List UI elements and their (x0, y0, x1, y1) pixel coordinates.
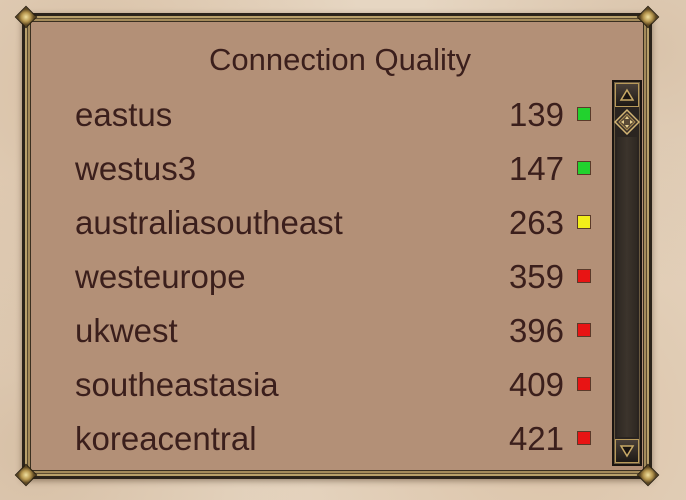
status-indicator (577, 107, 591, 121)
region-row[interactable]: ukwest 396 (75, 304, 591, 358)
region-name: westus3 (75, 150, 197, 187)
region-name: ukwest (75, 312, 178, 349)
region-name: australiasoutheast (75, 204, 343, 241)
corner-ornament-icon (14, 5, 38, 29)
status-indicator (577, 215, 591, 229)
region-ping: 139 (508, 96, 564, 133)
region-name: southeastasia (75, 366, 279, 403)
region-row[interactable]: westus3 147 (75, 142, 591, 196)
region-ping: 147 (508, 150, 564, 187)
region-ping: 359 (508, 258, 564, 295)
scroll-up-button[interactable] (615, 83, 639, 107)
corner-ornament-icon (636, 463, 660, 487)
region-row[interactable]: koreacentral 421 (75, 412, 591, 466)
scroll-down-button[interactable] (615, 439, 639, 463)
status-indicator (577, 161, 591, 175)
corner-ornament-icon (636, 5, 660, 29)
region-ping: 263 (508, 204, 564, 241)
panel-title: Connection Quality (209, 42, 471, 77)
region-row[interactable]: westeurope 359 (75, 250, 591, 304)
region-name: koreacentral (75, 420, 257, 457)
corner-ornament-icon (14, 463, 38, 487)
status-indicator (577, 431, 591, 445)
region-ping: 421 (508, 420, 564, 457)
scroll-thumb[interactable] (613, 108, 641, 136)
region-list: eastus 139 westus3 147 australiasoutheas… (75, 88, 591, 466)
region-row[interactable]: eastus 139 (75, 88, 591, 142)
region-ping: 409 (508, 366, 564, 403)
vertical-scrollbar[interactable] (612, 80, 642, 466)
region-name: eastus (75, 96, 173, 133)
connection-quality-panel: Connection Quality eastus 139 westus3 14… (14, 5, 660, 487)
region-row[interactable]: southeastasia 409 (75, 358, 591, 412)
region-name: westeurope (75, 258, 246, 295)
triangle-up-icon (619, 88, 635, 101)
region-ping: 396 (508, 312, 564, 349)
status-indicator (577, 269, 591, 283)
scroll-track[interactable] (617, 137, 637, 437)
status-indicator (577, 323, 591, 337)
region-row[interactable]: australiasoutheast 263 (75, 196, 591, 250)
triangle-down-icon (619, 445, 635, 458)
move-diamond-icon (613, 108, 641, 136)
status-indicator (577, 377, 591, 391)
